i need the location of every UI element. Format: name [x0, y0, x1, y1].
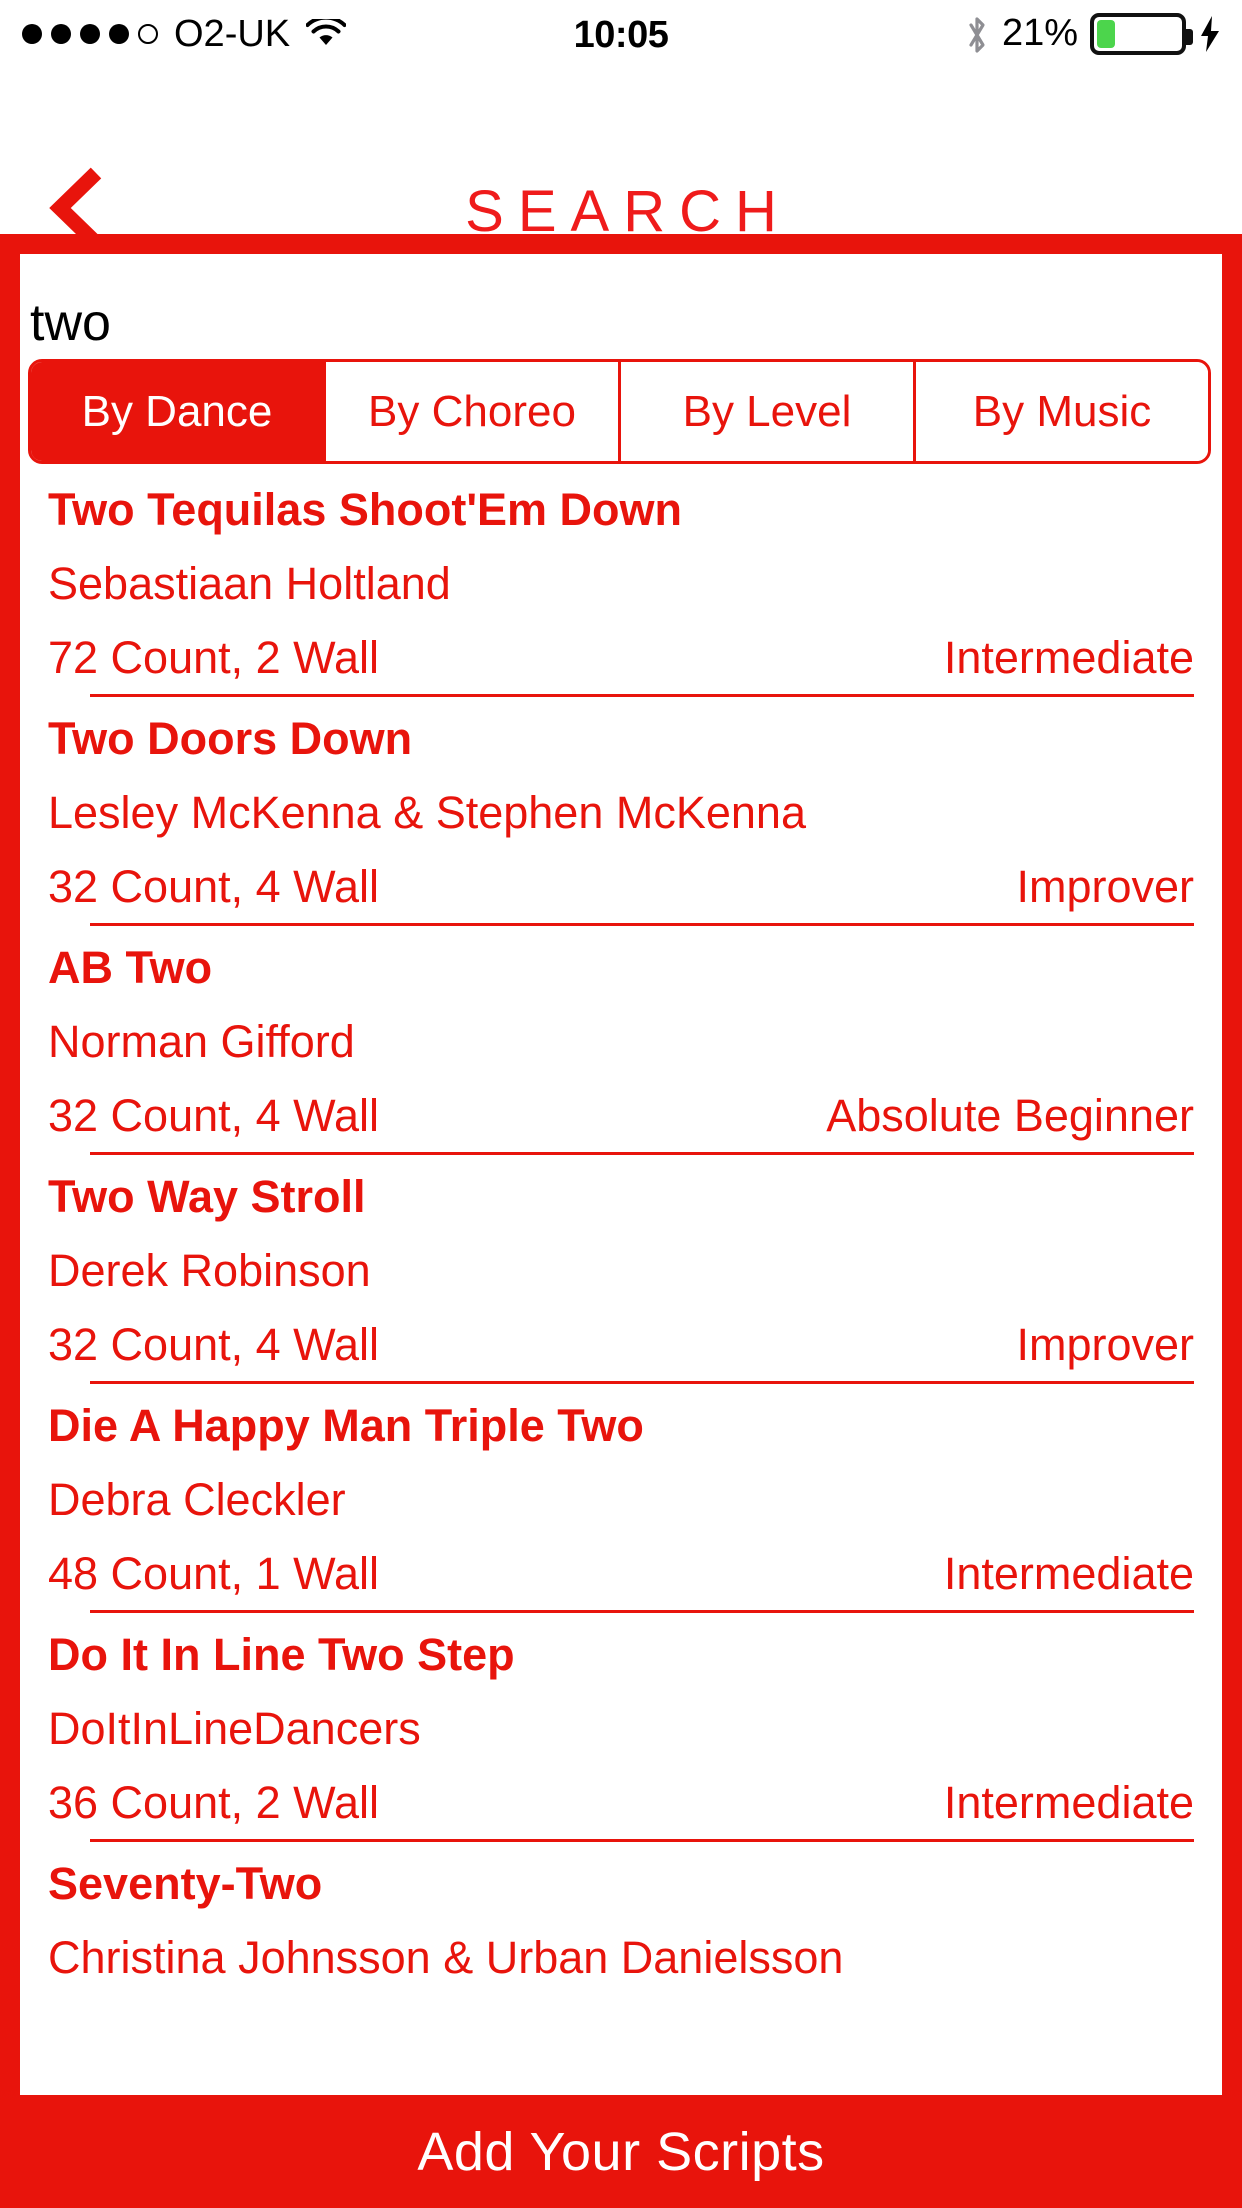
result-meta: 72 Count, 2 Wall Intermediate: [48, 608, 1200, 694]
search-result-row[interactable]: Seventy-Two Christina Johnsson & Urban Da…: [20, 1842, 1222, 1982]
result-meta: 32 Count, 4 Wall Absolute Beginner: [48, 1066, 1200, 1152]
result-dance-title: Seventy-Two: [48, 1858, 323, 1909]
segment-by-dance[interactable]: By Dance: [31, 362, 326, 461]
result-dance-title: Two Way Stroll: [48, 1171, 366, 1222]
result-dance-title: AB Two: [48, 942, 213, 993]
navigation-bar: SEARCH: [0, 68, 1242, 248]
search-result-row[interactable]: Two Doors Down Lesley McKenna & Stephen M…: [20, 697, 1222, 926]
add-your-scripts-label: Add Your Scripts: [417, 2121, 825, 2182]
battery-fill: [1097, 19, 1116, 48]
result-level: Improver: [1016, 861, 1194, 912]
result-level: Intermediate: [943, 1777, 1194, 1828]
search-result-row[interactable]: Die A Happy Man Triple Two Debra Cleckler…: [20, 1384, 1222, 1613]
segment-label: By Dance: [81, 386, 273, 436]
search-input-value: two: [30, 294, 111, 352]
search-result-row[interactable]: Do It In Line Two Step DoItInLineDancers 3…: [20, 1613, 1222, 1842]
battery-percent-label: 21%: [1001, 12, 1078, 54]
segment-label: By Choreo: [368, 386, 576, 436]
result-meta: 48 Count, 1 Wall Intermediate: [48, 1524, 1200, 1610]
result-choreographer: Christina Johnsson & Urban Danielsson: [48, 1932, 844, 1983]
result-dance-title: Two Tequilas Shoot'Em Down: [48, 484, 683, 535]
segment-label: By Music: [972, 386, 1152, 436]
result-meta: 32 Count, 4 Wall Improver: [48, 1295, 1200, 1381]
result-count-wall: 36 Count, 2 Wall: [48, 1777, 379, 1828]
result-choreographer: Lesley McKenna & Stephen McKenna: [48, 787, 806, 838]
result-level: Intermediate: [943, 1548, 1194, 1599]
result-dance-title: Die A Happy Man Triple Two: [48, 1400, 644, 1451]
result-meta: 36 Count, 2 Wall Intermediate: [48, 1753, 1200, 1839]
result-level: Absolute Beginner: [826, 1090, 1194, 1141]
result-choreographer: Derek Robinson: [48, 1245, 371, 1296]
battery-icon: [1090, 12, 1193, 55]
search-result-row[interactable]: Two Tequilas Shoot'Em Down Sebastiaan Hol…: [20, 468, 1222, 697]
result-choreographer: Norman Gifford: [48, 1016, 355, 1067]
result-choreographer: Sebastiaan Holtland: [48, 558, 451, 609]
result-count-wall: 32 Count, 4 Wall: [48, 1319, 379, 1370]
add-your-scripts-button[interactable]: Add Your Scripts: [0, 2095, 1242, 2208]
search-input[interactable]: two: [20, 254, 1222, 359]
result-count-wall: 72 Count, 2 Wall: [48, 632, 379, 683]
lightning-bolt-icon: [1198, 14, 1222, 54]
result-count-wall: 48 Count, 1 Wall: [48, 1548, 379, 1599]
result-count-wall: 32 Count, 4 Wall: [48, 861, 379, 912]
status-bar: O2-UK 10:05 21%: [0, 0, 1242, 68]
search-panel: two By Dance By Choreo By Level By Music Tw…: [20, 254, 1222, 2095]
segment-by-level[interactable]: By Level: [621, 362, 916, 461]
result-choreographer: DoItInLineDancers: [48, 1703, 421, 1754]
result-count-wall: 32 Count, 4 Wall: [48, 1090, 379, 1141]
content-frame: two By Dance By Choreo By Level By Music Tw…: [0, 234, 1242, 2208]
result-level: Intermediate: [943, 632, 1194, 683]
segment-by-music[interactable]: By Music: [916, 362, 1208, 461]
segment-by-choreo[interactable]: By Choreo: [326, 362, 621, 461]
app-root: O2-UK 10:05 21% SEARCH two By Dance By C…: [0, 0, 1242, 2208]
result-meta: 32 Count, 4 Wall Improver: [48, 837, 1200, 923]
result-level: Improver: [1016, 1319, 1194, 1370]
search-results-list[interactable]: Two Tequilas Shoot'Em Down Sebastiaan Hol…: [20, 468, 1222, 2095]
segment-label: By Level: [682, 386, 852, 436]
search-result-row[interactable]: AB Two Norman Gifford 32 Count, 4 Wall Abso…: [20, 926, 1222, 1155]
result-dance-title: Two Doors Down: [48, 713, 413, 764]
search-result-row[interactable]: Two Way Stroll Derek Robinson 32 Count, 4 …: [20, 1155, 1222, 1384]
bluetooth-icon: [964, 15, 990, 53]
result-dance-title: Do It In Line Two Step: [48, 1629, 515, 1680]
status-bar-right: 21%: [964, 12, 1222, 55]
search-scope-segmented-control[interactable]: By Dance By Choreo By Level By Music: [28, 359, 1211, 464]
result-choreographer: Debra Cleckler: [48, 1474, 346, 1525]
